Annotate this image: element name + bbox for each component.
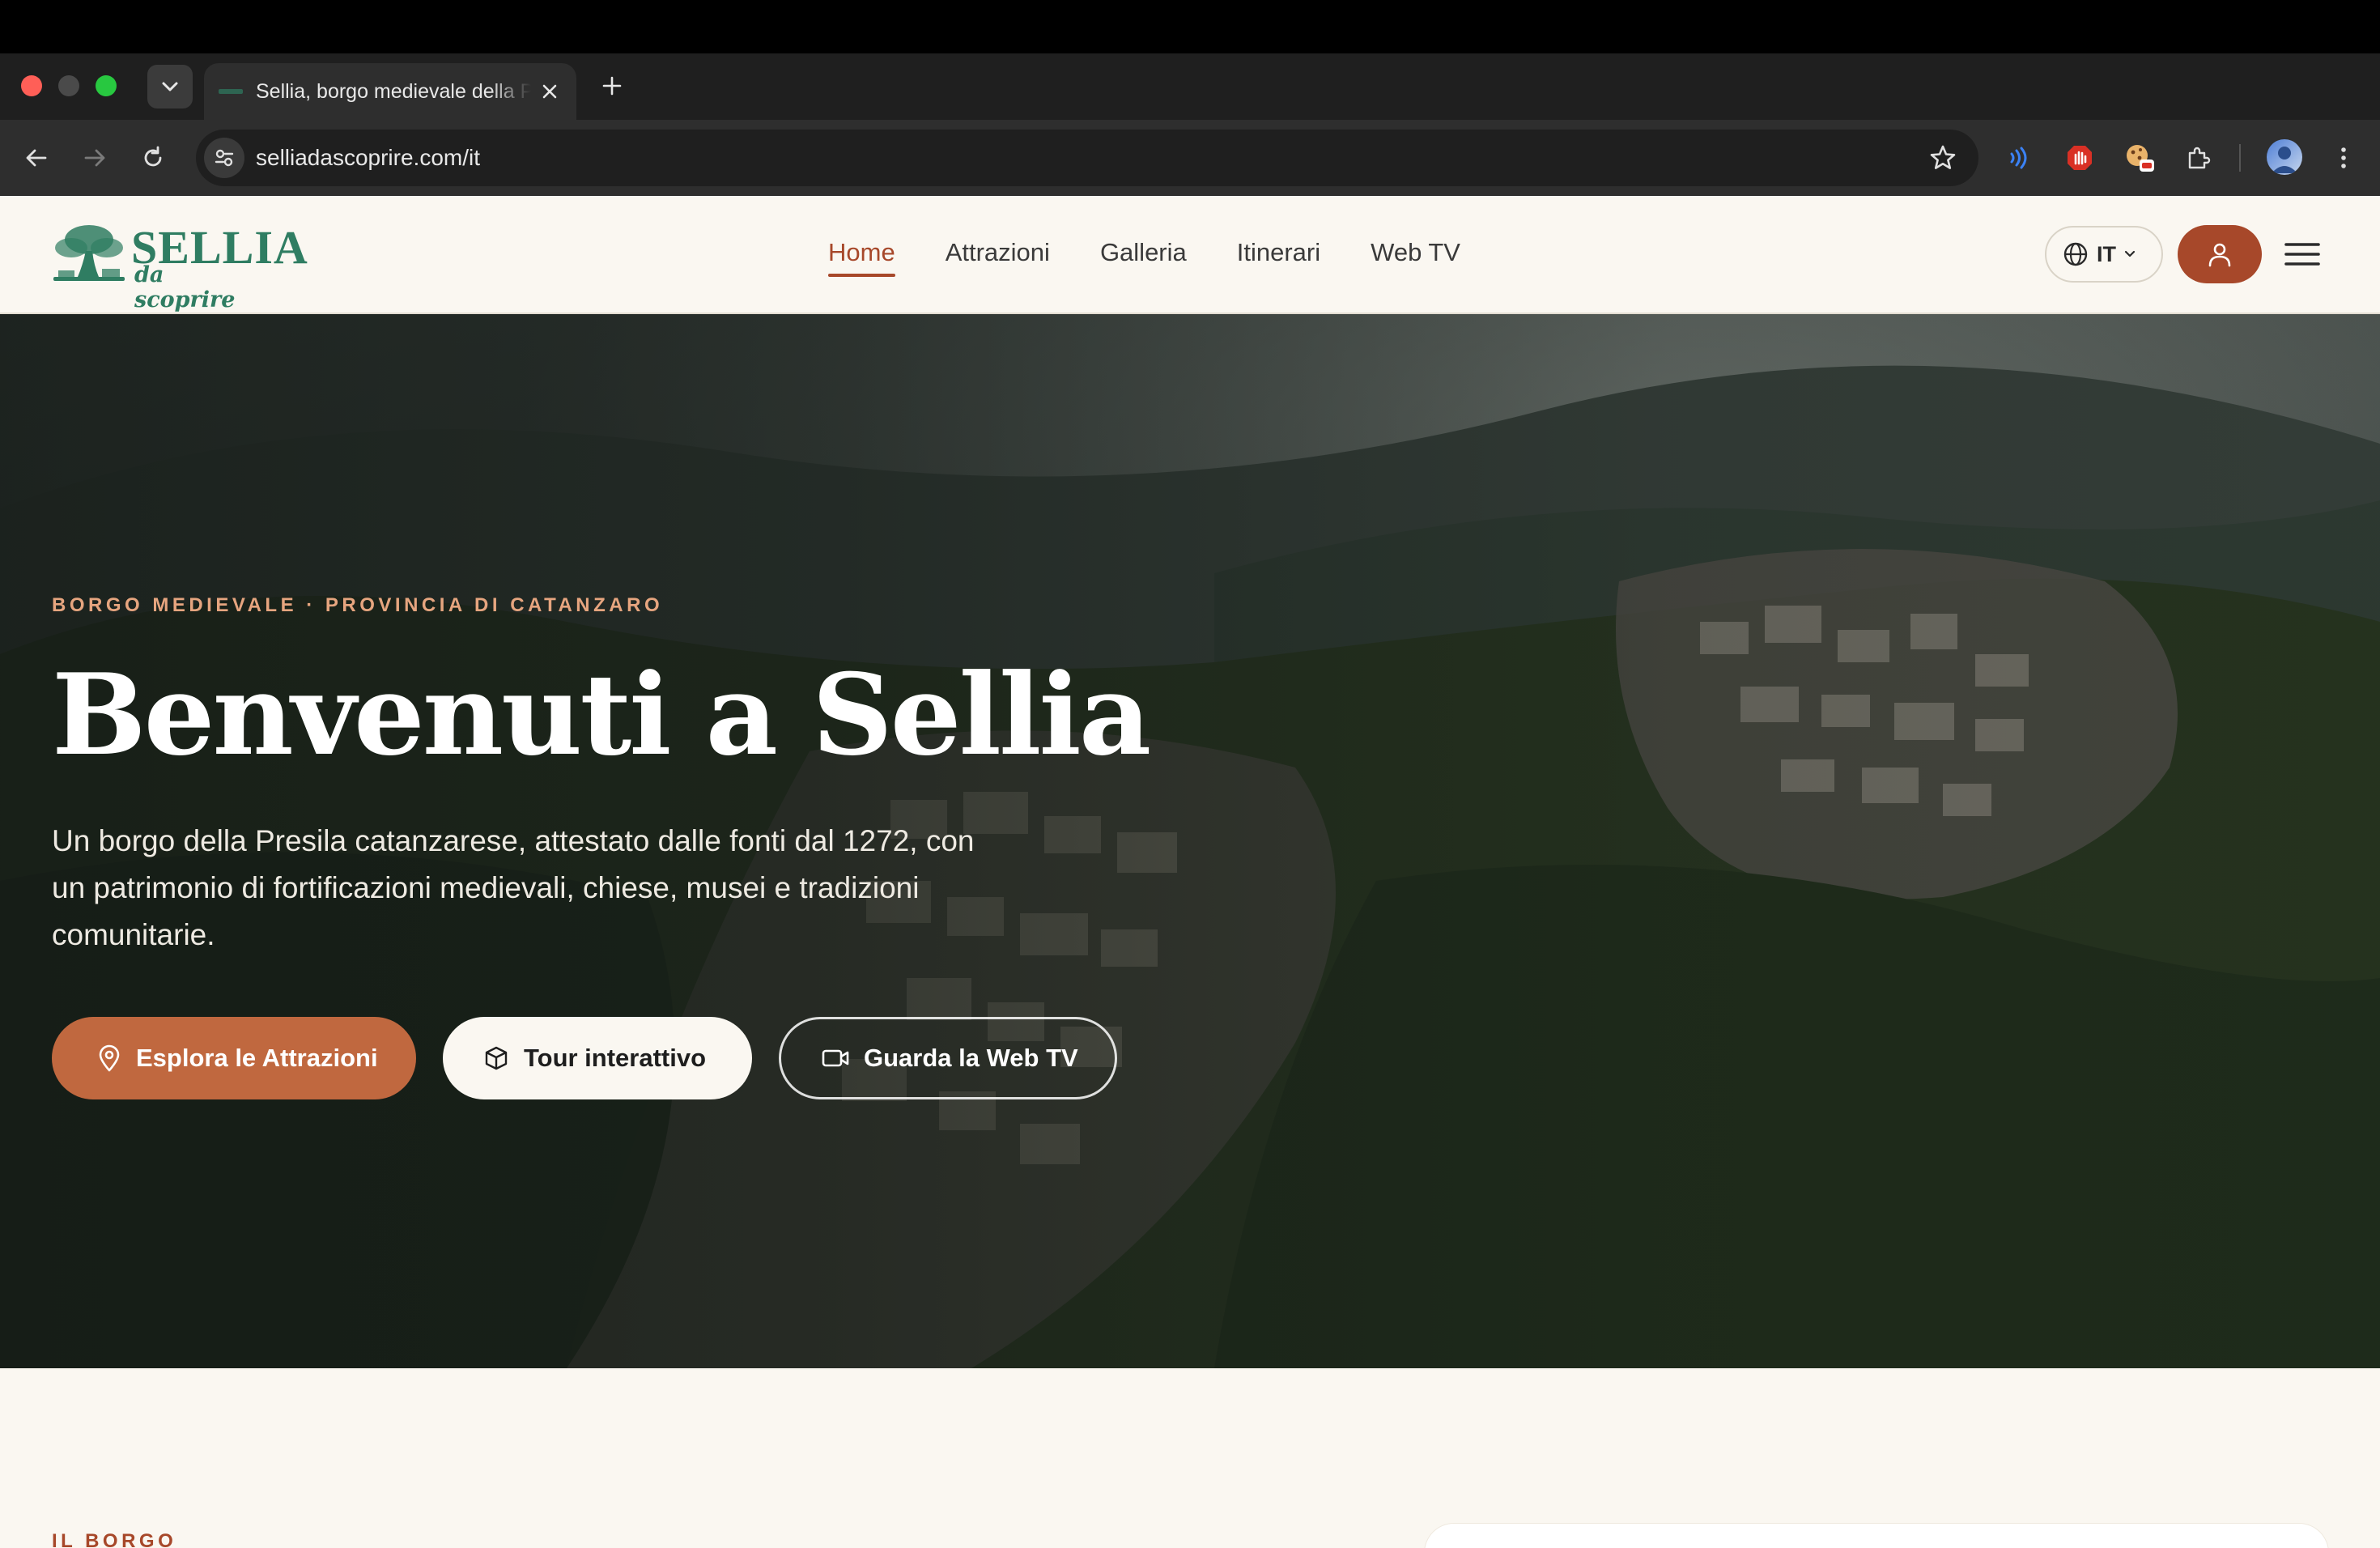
explore-attractions-button[interactable]: Esplora le Attrazioni: [52, 1017, 416, 1099]
url-text[interactable]: selliadascoprire.com/it: [256, 145, 480, 171]
cube-icon: [485, 1046, 508, 1070]
arrow-right-icon: [84, 149, 105, 167]
tab-search-button[interactable]: [147, 65, 193, 108]
new-tab-button[interactable]: [596, 70, 628, 102]
toolbar-separator: [2239, 144, 2241, 172]
nav-galleria[interactable]: Galleria: [1100, 238, 1187, 277]
site-header: SELLIA da scoprire Home Attrazioni Galle…: [0, 196, 2380, 314]
watch-web-tv-label: Guarda la Web TV: [864, 1044, 1078, 1072]
watch-web-tv-button[interactable]: Guarda la Web TV: [779, 1017, 1117, 1099]
hamburger-menu-icon[interactable]: [2284, 238, 2320, 270]
video-camera-icon: [822, 1049, 849, 1067]
extensions-puzzle-icon[interactable]: [2179, 139, 2216, 176]
chevron-down-icon: [162, 82, 178, 91]
nav-web-tv[interactable]: Web TV: [1371, 238, 1460, 277]
main-navigation: Home Attrazioni Galleria Itinerari Web T…: [828, 238, 1460, 277]
browser-menu-icon[interactable]: [2325, 139, 2362, 176]
hero-title: Benvenuti a Sellia: [52, 649, 1151, 780]
borgo-section: IL BORGO: [0, 1368, 2380, 1548]
olive-tree-logo-icon: [53, 225, 125, 281]
minimize-window-button[interactable]: [58, 75, 79, 96]
section-label: IL BORGO: [52, 1530, 177, 1548]
reload-button[interactable]: [134, 139, 172, 176]
adblock-extension-icon[interactable]: [2061, 139, 2098, 176]
browser-toolbar: selliadascoprire.com/it: [0, 120, 2380, 196]
hero-description: Un borgo della Presila catanzarese, atte…: [52, 824, 975, 951]
address-bar[interactable]: selliadascoprire.com/it: [196, 130, 1978, 186]
site-logo[interactable]: SELLIA da scoprire: [50, 220, 308, 313]
nav-attrazioni[interactable]: Attrazioni: [946, 238, 1050, 277]
site-info-button[interactable]: [204, 138, 244, 178]
tune-icon: [215, 149, 234, 167]
user-icon: [2208, 243, 2231, 267]
profile-avatar[interactable]: [2267, 139, 2302, 175]
read-aloud-extension-icon[interactable]: [2001, 139, 2038, 176]
logo-tagline: da scoprire: [134, 262, 236, 313]
interactive-tour-button[interactable]: Tour interattivo: [443, 1017, 752, 1099]
maximize-window-button[interactable]: [96, 75, 117, 96]
back-button[interactable]: [18, 139, 55, 176]
language-selector[interactable]: IT: [2045, 226, 2163, 283]
cookie-extension-icon[interactable]: [2121, 139, 2158, 176]
user-account-button[interactable]: [2178, 225, 2262, 283]
browser-tab-active[interactable]: Sellia, borgo medievale della Presila: [204, 63, 576, 120]
close-window-button[interactable]: [21, 75, 42, 96]
tab-title: Sellia, borgo medievale della Presila: [256, 79, 531, 103]
system-menu-bar: [0, 0, 2380, 53]
site-favicon-icon: [219, 86, 243, 97]
reload-icon: [144, 146, 162, 167]
nav-itinerari[interactable]: Itinerari: [1237, 238, 1320, 277]
language-code: IT: [2097, 241, 2116, 266]
arrow-left-icon: [26, 149, 47, 167]
globe-icon: [2063, 242, 2088, 266]
forward-button[interactable]: [76, 139, 113, 176]
close-tab-icon[interactable]: [538, 79, 562, 104]
section-card: [1425, 1524, 2328, 1548]
hero-eyebrow: BORGO MEDIEVALE · PROVINCIA DI CATANZARO: [52, 594, 664, 616]
bookmark-star-icon[interactable]: [1928, 143, 1957, 172]
map-pin-icon: [99, 1044, 120, 1072]
hero-section: BORGO MEDIEVALE · PROVINCIA DI CATANZARO…: [0, 314, 2380, 1368]
plus-icon: [602, 76, 622, 96]
interactive-tour-label: Tour interattivo: [524, 1044, 707, 1072]
explore-attractions-label: Esplora le Attrazioni: [136, 1044, 378, 1072]
chevron-down-icon: [2124, 250, 2136, 257]
nav-home[interactable]: Home: [828, 238, 895, 277]
